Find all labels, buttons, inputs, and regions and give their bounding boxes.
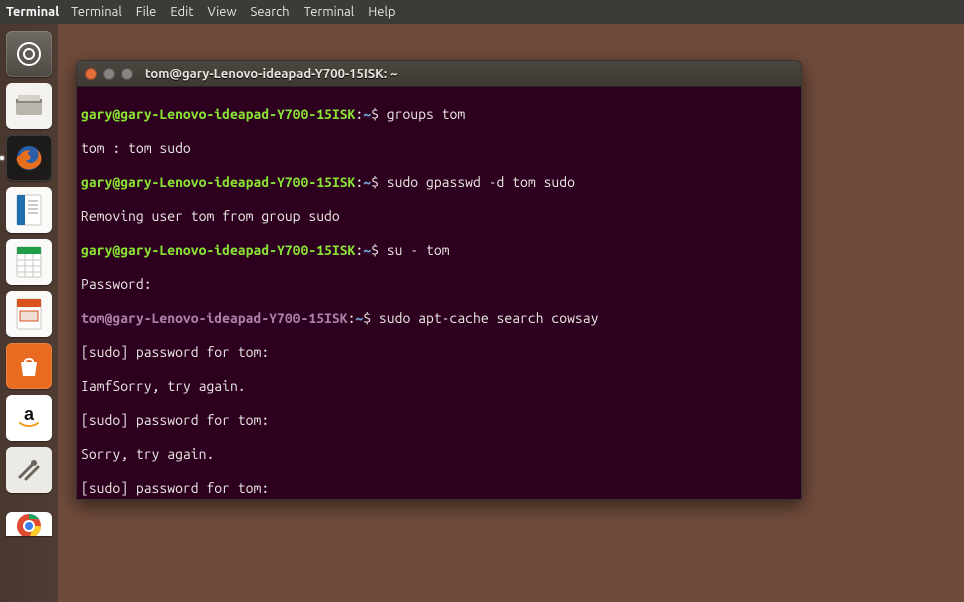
files-icon (14, 93, 44, 119)
terminal-line: Password: (81, 276, 797, 293)
window-titlebar[interactable]: tom@gary-Lenovo-ideapad-Y700-15ISK: ~ (77, 61, 801, 87)
launcher-chrome[interactable] (5, 500, 53, 548)
terminal-line: gary@gary-Lenovo-ideapad-Y700-15ISK:~$ s… (81, 242, 797, 259)
writer-icon (14, 193, 44, 227)
prompt-user: gary@gary-Lenovo-ideapad-Y700-15ISK (81, 174, 355, 190)
launcher-files[interactable] (5, 82, 53, 130)
calc-icon (14, 245, 44, 279)
firefox-icon (12, 141, 46, 175)
terminal-line: Removing user tom from group sudo (81, 208, 797, 225)
terminal-line: gary@gary-Lenovo-ideapad-Y700-15ISK:~$ s… (81, 174, 797, 191)
impress-icon (14, 297, 44, 331)
menu-edit[interactable]: Edit (170, 5, 193, 19)
launcher-software[interactable] (5, 342, 53, 390)
terminal-body[interactable]: gary@gary-Lenovo-ideapad-Y700-15ISK:~$ g… (77, 87, 801, 499)
software-center-icon (15, 352, 43, 380)
launcher-calc[interactable] (5, 238, 53, 286)
launcher-amazon[interactable]: a (5, 394, 53, 442)
menu-file[interactable]: File (136, 5, 157, 19)
desktop: tom@gary-Lenovo-ideapad-Y700-15ISK: ~ ga… (58, 24, 964, 602)
window-close-button[interactable] (85, 68, 97, 80)
terminal-line: [sudo] password for tom: (81, 412, 797, 429)
terminal-line: [sudo] password for tom: (81, 480, 797, 497)
prompt-user: gary@gary-Lenovo-ideapad-Y700-15ISK (81, 106, 355, 122)
window-maximize-button[interactable] (121, 68, 133, 80)
terminal-window: tom@gary-Lenovo-ideapad-Y700-15ISK: ~ ga… (76, 60, 802, 500)
menu-view[interactable]: View (207, 5, 236, 19)
terminal-line: Sorry, try again. (81, 446, 797, 463)
command-text: sudo apt-cache search cowsay (371, 310, 598, 326)
amazon-icon: a (14, 403, 44, 433)
terminal-line: IamfSorry, try again. (81, 378, 797, 395)
menu-terminal[interactable]: Terminal (71, 5, 122, 19)
svg-text:a: a (24, 404, 35, 424)
command-text: groups tom (379, 106, 465, 122)
prompt-path: ~ (363, 174, 371, 190)
launcher-dash[interactable] (5, 30, 53, 78)
terminal-line: gary@gary-Lenovo-ideapad-Y700-15ISK:~$ g… (81, 106, 797, 123)
running-indicator (0, 156, 4, 160)
terminal-line: tom@gary-Lenovo-ideapad-Y700-15ISK:~$ su… (81, 310, 797, 327)
launcher-settings[interactable] (5, 446, 53, 494)
unity-launcher: a (0, 24, 58, 602)
launcher-impress[interactable] (5, 290, 53, 338)
menu-search[interactable]: Search (251, 5, 290, 19)
prompt-user: tom@gary-Lenovo-ideapad-Y700-15ISK (81, 310, 348, 326)
prompt-path: ~ (363, 242, 371, 258)
menu-help[interactable]: Help (368, 5, 395, 19)
settings-icon (14, 455, 44, 485)
menu-terminal-2[interactable]: Terminal (304, 5, 355, 19)
command-text: su - tom (379, 242, 450, 258)
dash-icon (15, 40, 43, 68)
terminal-line: tom : tom sudo (81, 140, 797, 157)
chrome-icon (14, 512, 44, 536)
window-title: tom@gary-Lenovo-ideapad-Y700-15ISK: ~ (145, 67, 398, 81)
menubar-app-name: Terminal (6, 5, 59, 19)
prompt-path: ~ (363, 106, 371, 122)
command-text: sudo gpasswd -d tom sudo (379, 174, 575, 190)
prompt-user: gary@gary-Lenovo-ideapad-Y700-15ISK (81, 242, 355, 258)
launcher-writer[interactable] (5, 186, 53, 234)
global-menubar: Terminal Terminal File Edit View Search … (0, 0, 964, 24)
launcher-firefox[interactable] (5, 134, 53, 182)
terminal-line: [sudo] password for tom: (81, 344, 797, 361)
window-minimize-button[interactable] (103, 68, 115, 80)
